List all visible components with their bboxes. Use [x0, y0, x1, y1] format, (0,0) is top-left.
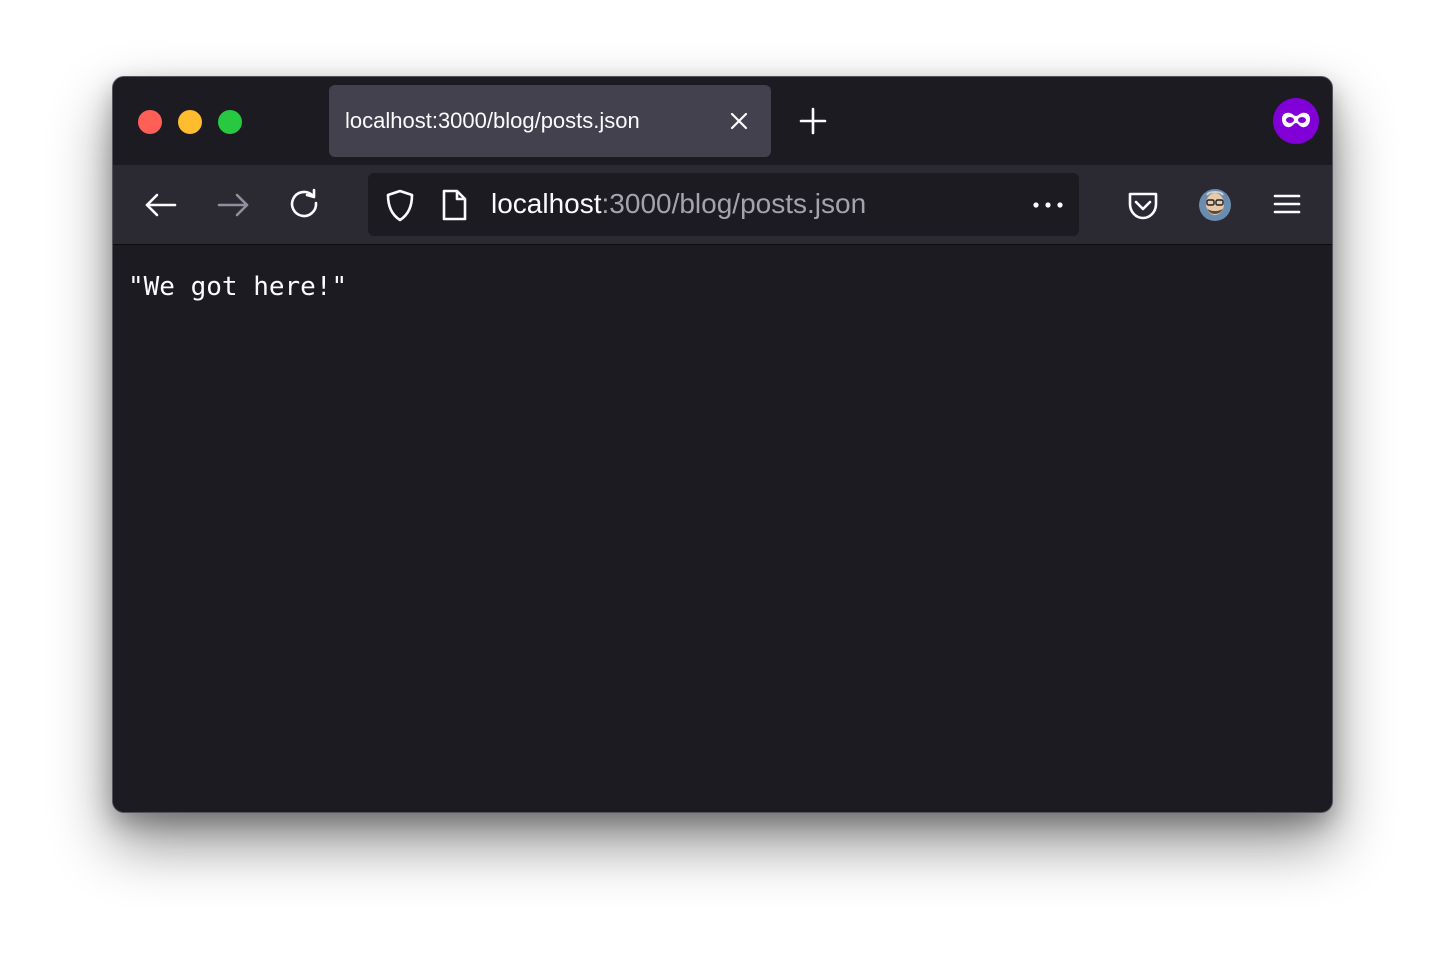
tab-bar: localhost:3000/blog/posts.json: [113, 77, 1332, 165]
arrow-right-icon[interactable]: [213, 185, 253, 225]
private-browsing-mask-icon: [1273, 98, 1319, 144]
more-dots-icon[interactable]: [1028, 193, 1068, 217]
window-maximize-button[interactable]: [218, 110, 242, 134]
window-close-button[interactable]: [138, 110, 162, 134]
url-text[interactable]: localhost:3000/blog/posts.json: [491, 188, 866, 220]
browser-window: localhost:3000/blog/posts.json localhost…: [112, 76, 1333, 813]
plus-icon[interactable]: [797, 105, 829, 137]
page-content: "We got here!": [113, 245, 1332, 812]
url-host: localhost: [491, 188, 602, 219]
arrow-left-icon[interactable]: [141, 185, 181, 225]
avatar[interactable]: [1195, 185, 1235, 225]
url-bar[interactable]: localhost:3000/blog/posts.json: [368, 173, 1079, 236]
tab-active[interactable]: localhost:3000/blog/posts.json: [329, 85, 771, 157]
close-icon[interactable]: [725, 107, 753, 135]
page-icon[interactable]: [438, 187, 470, 223]
hamburger-menu-icon[interactable]: [1267, 185, 1307, 225]
pocket-icon[interactable]: [1123, 185, 1163, 225]
tab-title: localhost:3000/blog/posts.json: [345, 108, 640, 133]
shield-icon[interactable]: [382, 187, 418, 223]
json-response-text: "We got here!": [128, 272, 348, 302]
url-path: :3000/blog/posts.json: [601, 188, 867, 219]
reload-icon[interactable]: [285, 185, 325, 225]
nav-toolbar: localhost:3000/blog/posts.json: [113, 165, 1332, 245]
window-minimize-button[interactable]: [178, 110, 202, 134]
